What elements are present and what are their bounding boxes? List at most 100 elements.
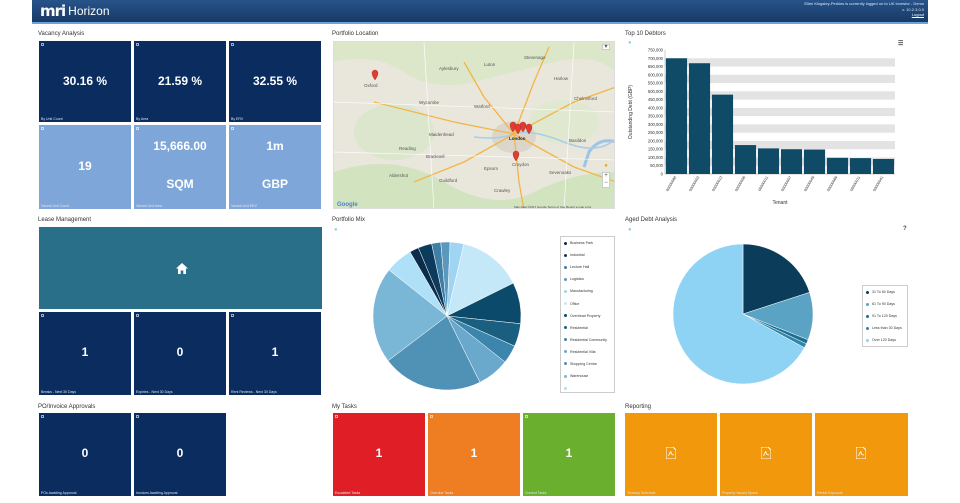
dashboard: mri Horizon Ellen Kingsley-Perkins is cu… (32, 0, 928, 503)
legend-item[interactable]: Less than 30 Days (863, 322, 907, 334)
aged-refresh-icon[interactable]: ● (628, 227, 632, 233)
app-logo[interactable]: mri Horizon (40, 3, 110, 19)
bar (757, 148, 780, 174)
legend-swatch (866, 302, 869, 306)
property-vacant-space-tile[interactable]: Property Vacant Space (720, 413, 812, 496)
invoices-awaiting-tile[interactable]: 0 Invoices Awaiting Approval (134, 413, 226, 496)
legend-item[interactable]: Shopping Centre (561, 358, 614, 370)
svg-text:Oxford: Oxford (364, 83, 378, 88)
tile-toggle-icon[interactable] (41, 415, 44, 418)
legend-swatch (564, 338, 567, 342)
legend-item[interactable]: Business Park (561, 237, 614, 249)
breaks-tile[interactable]: 1 Breaks - Next 30 Days (39, 312, 131, 395)
tile-toggle-icon[interactable] (231, 127, 234, 130)
tile-toggle-icon[interactable] (136, 314, 139, 317)
y-tick-label: 750,000 (648, 48, 664, 53)
legend-item[interactable]: Residential Villa (561, 346, 614, 358)
y-tick-label: 150,000 (648, 147, 664, 152)
map-type-dropdown[interactable]: ▾ (602, 44, 610, 50)
portfolio-map[interactable]: Oxford Aylesbury Luton Stevenage Harlow … (333, 41, 615, 209)
legend-label: 61 To 90 Days (872, 302, 895, 307)
legend-item[interactable]: Lecture Hall (561, 261, 614, 273)
legend-item[interactable]: Residential (561, 322, 614, 334)
help-icon[interactable]: ? (903, 226, 907, 232)
tile-toggle-icon[interactable] (525, 415, 528, 418)
vacant-unit-count-tile[interactable]: 19 Vacant Unit Count (39, 125, 131, 209)
top-debtors-chart[interactable]: 0 50,000 100,000 150,000 200,000 250,000 300,0… (625, 46, 910, 209)
tile-caption: Rent Reviews - Next 30 Days (231, 390, 277, 394)
x-tick-label: 00000068 (665, 176, 677, 193)
tile-toggle-icon[interactable] (136, 127, 139, 130)
svg-text:Aylesbury: Aylesbury (439, 66, 459, 71)
portfolio-mix-pie[interactable] (367, 236, 527, 396)
escalated-tasks-tile[interactable]: 1 Escalated Tasks (333, 413, 425, 496)
tile-unit: SQM (166, 177, 194, 191)
y-axis-label: Outstanding Debt (GBP) (628, 85, 634, 140)
rent-reviews-tile[interactable]: 1 Rent Reviews - Next 30 Days (229, 312, 321, 395)
vacancy-unit-count-tile[interactable]: 30.16 % By Unit Count (39, 41, 131, 122)
tile-toggle-icon[interactable] (231, 314, 234, 317)
svg-text:Watford: Watford (474, 104, 490, 109)
tile-toggle-icon[interactable] (335, 415, 338, 418)
legend-item[interactable] (561, 382, 614, 394)
legend-item[interactable]: Over 120 Days (863, 334, 907, 346)
legend-item[interactable]: 61 To 90 Days (863, 298, 907, 310)
legend-item[interactable]: Industrial (561, 249, 614, 261)
legend-item[interactable]: Office (561, 297, 614, 309)
vacancy-erv-tile[interactable]: 32.55 % By ERV (229, 41, 321, 122)
legend-item[interactable]: 31 To 60 Days (863, 286, 907, 298)
legend-item[interactable]: Logistics (561, 273, 614, 285)
tile-caption: Property Vacant Space (722, 491, 758, 495)
lease-home-tile[interactable] (39, 227, 322, 309)
aged-debt-pie[interactable] (670, 236, 816, 392)
tile-caption: Breaks - Next 30 Days (41, 390, 77, 394)
legend-label: Residential (570, 325, 588, 330)
y-tick-label: 200,000 (648, 138, 664, 143)
portfolio-mix-legend: Business Park Industrial Lecture Hall Logis… (560, 236, 615, 393)
vacant-unit-erv-tile[interactable]: 1m GBP Vacant Unit ERV (229, 125, 321, 209)
logout-link[interactable]: Logout (804, 12, 924, 18)
tile-toggle-icon[interactable] (41, 127, 44, 130)
y-tick-label: 300,000 (648, 122, 664, 127)
legend-swatch (564, 289, 567, 293)
current-tasks-tile[interactable]: 1 Current Tasks (523, 413, 615, 496)
legend-item[interactable]: Manufacturing (561, 285, 614, 297)
legend-item[interactable]: Overhead Property (561, 310, 614, 322)
legend-item[interactable]: Warehouse (561, 370, 614, 382)
legend-swatch (564, 253, 567, 257)
tile-value: 1 (271, 345, 279, 359)
tile-toggle-icon[interactable] (136, 415, 139, 418)
tile-toggle-icon[interactable] (231, 43, 234, 46)
tile-toggle-icon[interactable] (41, 314, 44, 317)
tile-value: 1 (375, 446, 383, 460)
y-tick-label: 400,000 (648, 105, 664, 110)
vacant-unit-area-tile[interactable]: 15,666.00 SQM Vacant Unit Area (134, 125, 226, 209)
tile-caption: Expiries - Next 30 Days (136, 390, 173, 394)
tile-caption: By ERV (231, 117, 244, 121)
y-tick-label: 550,000 (648, 81, 664, 86)
street-view-icon[interactable]: ● (603, 162, 609, 170)
map-canvas[interactable]: Oxford Aylesbury Luton Stevenage Harlow … (334, 42, 615, 209)
expiries-tile[interactable]: 0 Expiries - Next 30 Days (134, 312, 226, 395)
x-tick-label: 00000057 (780, 176, 792, 193)
overdue-tasks-tile[interactable]: 1 Overdue Tasks (428, 413, 520, 496)
tile-caption: Overdue Tasks (430, 491, 454, 495)
zoom-controls[interactable]: + − (602, 172, 610, 188)
tile-toggle-icon[interactable] (430, 415, 433, 418)
tile-caption: Vacant Unit Count (41, 204, 70, 208)
tile-toggle-icon[interactable] (136, 43, 139, 46)
portfolio-mix-title: Portfolio Mix (332, 217, 366, 223)
tile-toggle-icon[interactable] (41, 43, 44, 46)
y-tick-label: 250,000 (648, 130, 664, 135)
pos-awaiting-tile[interactable]: 0 POs Awaiting Approval (39, 413, 131, 496)
mix-refresh-icon[interactable]: ● (334, 227, 338, 233)
vacancy-area-tile[interactable]: 21.59 % By Area (134, 41, 226, 122)
legend-swatch (564, 302, 567, 306)
legend-item[interactable]: Residential Community (561, 334, 614, 346)
svg-text:Guildford: Guildford (439, 178, 458, 183)
legend-swatch (564, 265, 567, 269)
rental-exposure-tile[interactable]: Rental Exposure (815, 413, 908, 496)
legend-label: Office (570, 301, 580, 306)
legend-item[interactable]: 91 To 120 Days (863, 310, 907, 322)
tenancy-schedule-tile[interactable]: Tenancy Schedule (625, 413, 717, 496)
